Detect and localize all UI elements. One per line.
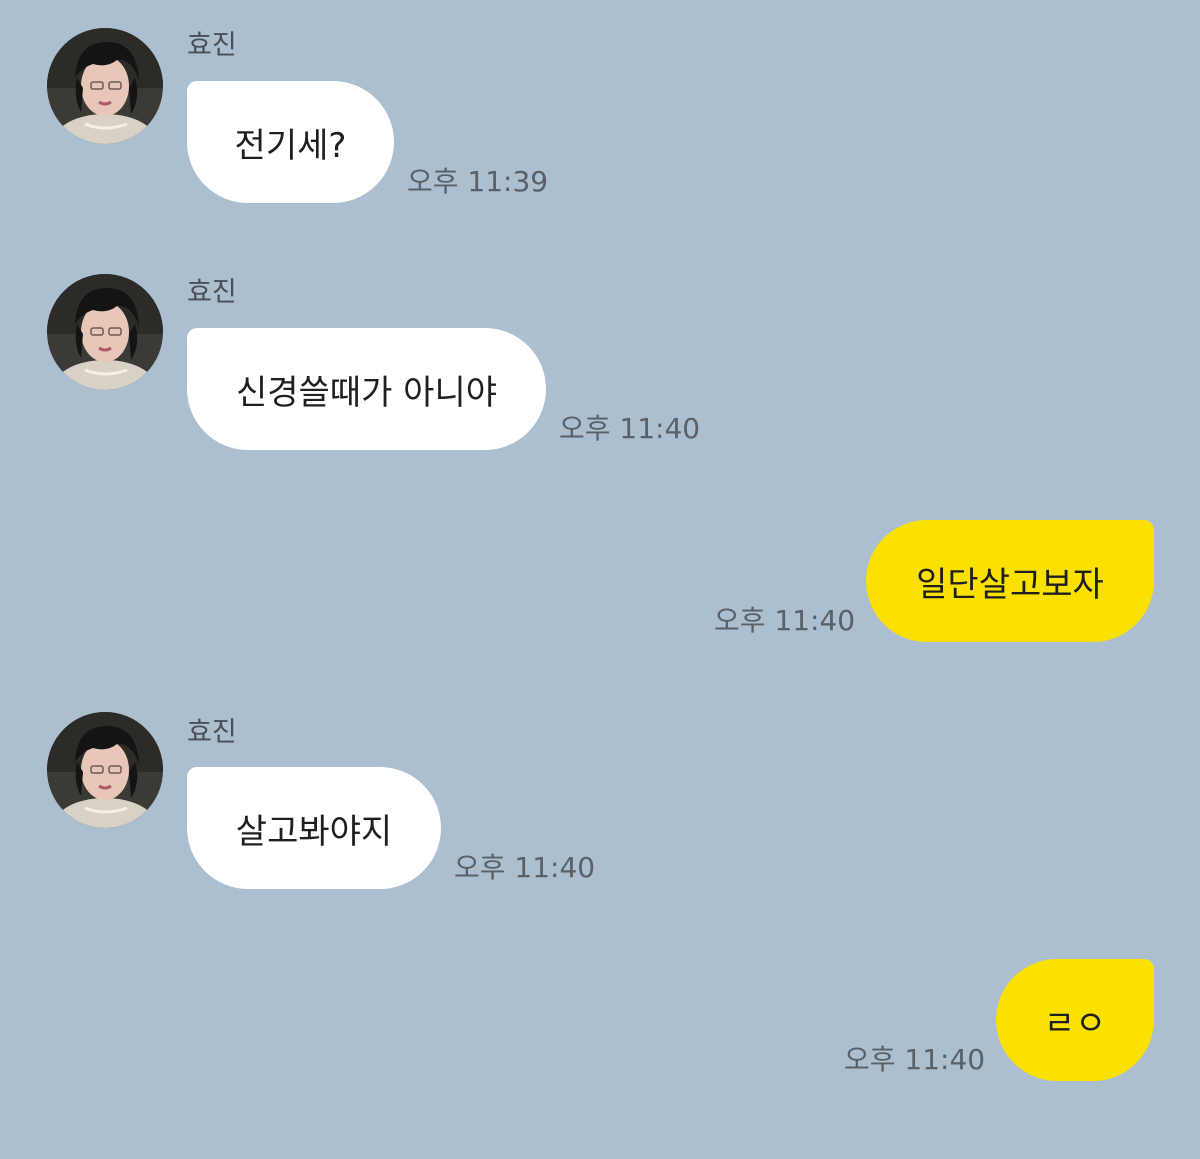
message-text: ㄹㅇ xyxy=(1043,1003,1107,1044)
message-timestamp: 오후 11:40 xyxy=(559,412,701,445)
message-text: 전기세? xyxy=(234,125,347,166)
outgoing-message-bubble[interactable]: ㄹㅇ xyxy=(996,959,1154,1081)
sender-name: 효진 xyxy=(187,277,237,308)
message-text: 신경쓸때가 아니야 xyxy=(235,372,498,413)
sender-name: 효진 xyxy=(187,30,237,61)
message-timestamp: 오후 11:40 xyxy=(844,1043,986,1076)
incoming-message-bubble[interactable]: 전기세? xyxy=(187,81,394,203)
message-text: 일단살고보자 xyxy=(916,564,1104,605)
chat-room[interactable]: 효진 전기세? 오후 11:39 효진 신경쓸때가 아니야 오후 11:40 오… xyxy=(0,0,1200,1159)
sender-avatar[interactable] xyxy=(47,28,163,144)
outgoing-message-bubble[interactable]: 일단살고보자 xyxy=(866,520,1154,642)
message-text: 살고봐야지 xyxy=(235,811,393,852)
incoming-message-bubble[interactable]: 살고봐야지 xyxy=(187,767,441,889)
incoming-message-bubble[interactable]: 신경쓸때가 아니야 xyxy=(187,328,546,450)
message-timestamp: 오후 11:39 xyxy=(407,165,549,198)
message-timestamp: 오후 11:40 xyxy=(714,604,856,637)
sender-name: 효진 xyxy=(187,717,237,748)
message-timestamp: 오후 11:40 xyxy=(454,851,596,884)
sender-avatar[interactable] xyxy=(47,274,163,390)
sender-avatar[interactable] xyxy=(47,712,163,828)
